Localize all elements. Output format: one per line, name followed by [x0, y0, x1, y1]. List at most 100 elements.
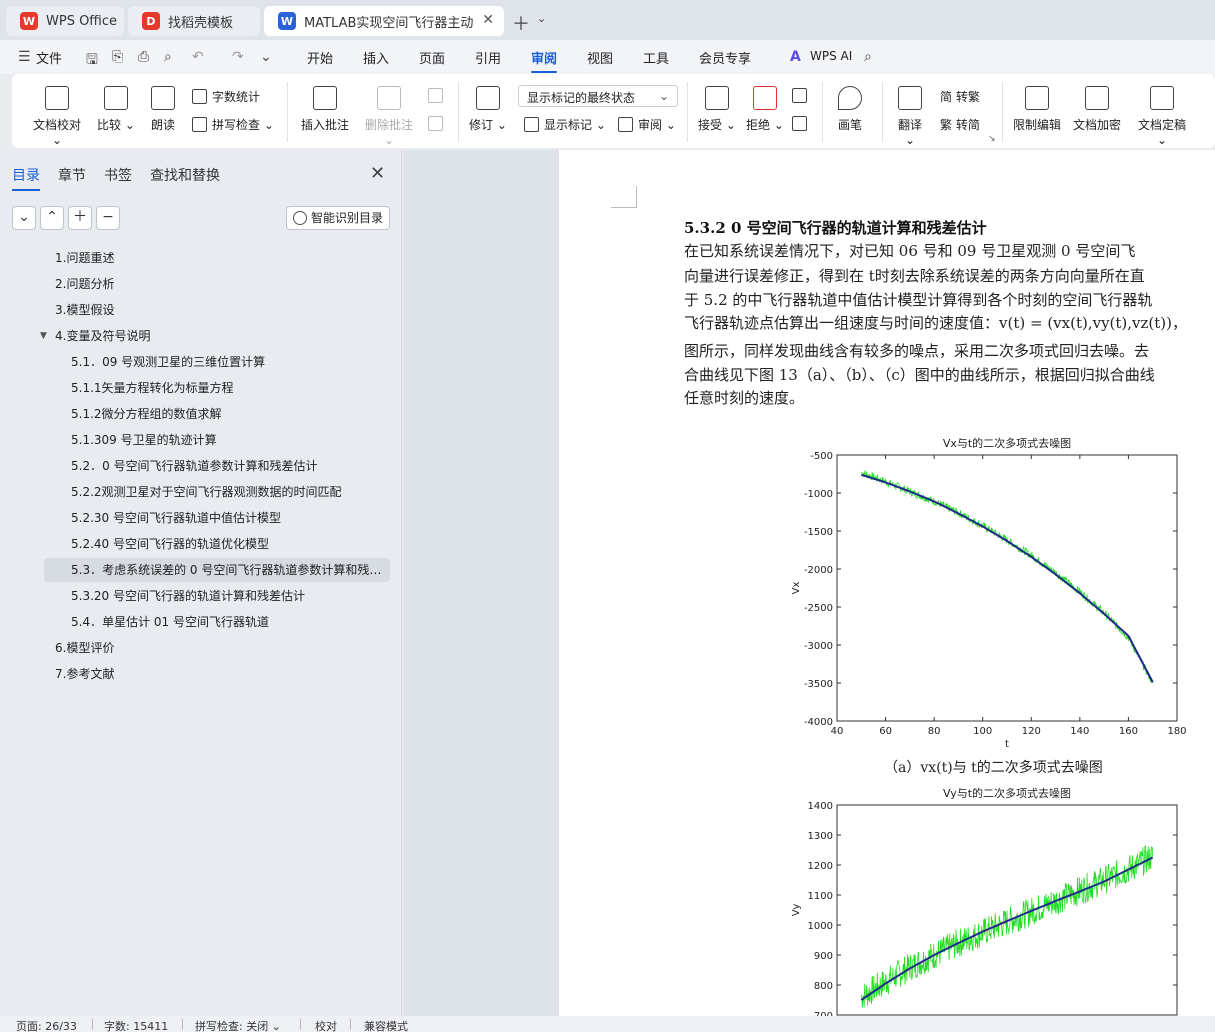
menu-tools[interactable]: 工具 [643, 48, 669, 67]
word-count-icon [192, 89, 207, 104]
toc-item[interactable]: 5.2.30 号空间飞行器轨道中值估计模型 [71, 506, 390, 530]
print-icon[interactable]: ⎙ [138, 49, 149, 65]
menu-home[interactable]: 开始 [307, 48, 333, 67]
spell-check-button[interactable]: 拼写检查 ⌄ [192, 116, 274, 133]
translate-button[interactable]: 翻译 ⌄ [892, 86, 928, 147]
x-tick-label: 140 [1070, 726, 1089, 737]
y-tick-label: 1200 [808, 861, 833, 872]
body-line: 合曲线见下图 13（a）、（b）、（c）图中的曲线所示，根据回归拟合曲线 [684, 366, 1155, 384]
y-tick-label: -4000 [804, 717, 833, 728]
new-tab-icon[interactable]: ＋ [512, 10, 530, 36]
insert-comment-icon [313, 86, 337, 110]
toc-item[interactable]: 5.3.20 号空间飞行器的轨道计算和残差估计 [71, 584, 390, 608]
toc-item[interactable]: 1.问题重述 [55, 246, 390, 270]
to-traditional-button[interactable]: 简 转繁 [940, 88, 980, 105]
share-icon[interactable]: ⎘ [112, 49, 123, 65]
compare-button[interactable]: 比较 ⌄ [96, 86, 136, 133]
remove-heading-button[interactable]: − [96, 206, 120, 230]
search-icon[interactable]: ⌕ [864, 49, 872, 65]
more-quick-access-icon[interactable]: ⌄ [260, 49, 272, 65]
previous-change-icon [792, 88, 807, 103]
toc-item[interactable]: 5.2．0 号空间飞行器轨道参数计算和残差估计 [71, 454, 390, 478]
menu-file[interactable]: 文件 [36, 48, 62, 67]
toc-item[interactable]: 7.参考文献 [55, 662, 390, 686]
pen-button[interactable]: 画笔 [834, 86, 866, 133]
toc-item[interactable]: 5.1.2微分方程组的数值求解 [71, 402, 390, 426]
save-icon[interactable]: 🖫 [86, 49, 98, 73]
expand-caret-icon[interactable]: ▼ [40, 331, 47, 341]
revise-button[interactable]: 修订 ⌄ [468, 86, 508, 133]
close-panel-icon[interactable]: ✕ [370, 163, 385, 184]
review-pane-button[interactable]: 审阅 ⌄ [618, 116, 676, 133]
tab-current-document[interactable]: W MATLAB实现空间飞行器主动 ✕ [264, 6, 504, 36]
page-indicator[interactable]: 页面: 26/33 [16, 1018, 77, 1032]
doc-check-button[interactable]: 文档校对 ⌄ [28, 86, 86, 147]
x-tick-label: 100 [973, 726, 992, 737]
y-tick-label: -3500 [804, 679, 833, 690]
toc-item[interactable]: 5.2.40 号空间飞行器的轨道优化模型 [71, 532, 390, 556]
insert-comment-button[interactable]: 插入批注 [298, 86, 352, 133]
toc-item[interactable]: 5.1．09 号观测卫星的三维位置计算 [71, 350, 390, 374]
restrict-edit-button[interactable]: 限制编辑 [1012, 86, 1062, 133]
to-simplified-button[interactable]: 繁 转简 [940, 116, 980, 133]
show-markup-button[interactable]: 显示标记 ⌄ [524, 116, 606, 133]
next-change-icon [792, 116, 807, 131]
ribbon-separator [1002, 82, 1003, 142]
menu-member[interactable]: 会员专享 [699, 48, 751, 67]
markup-state-select[interactable]: 显示标记的最终状态 ⌄ [518, 85, 678, 107]
compare-icon [104, 86, 128, 110]
proofread-status[interactable]: 校对 [315, 1018, 337, 1032]
smart-toc-button[interactable]: 智能识别目录 [286, 206, 390, 230]
chevron-down-icon[interactable]: ⌄ [537, 12, 546, 25]
nav-tab-bookmarks[interactable]: 书签 [104, 165, 132, 185]
menu-view[interactable]: 视图 [587, 48, 613, 67]
nav-tab-sections[interactable]: 章节 [58, 165, 86, 185]
toc-item[interactable]: 4.变量及符号说明 [55, 324, 390, 348]
undo-icon[interactable]: ↶ [192, 49, 204, 65]
pen-icon [838, 86, 862, 110]
finalize-document-button[interactable]: 文档定稿 ⌄ [1132, 86, 1192, 147]
wps-ai-icon[interactable]: A [790, 49, 801, 65]
toc-item[interactable]: 2.问题分析 [55, 272, 390, 296]
close-tab-icon[interactable]: ✕ [482, 12, 494, 28]
nav-tab-toc[interactable]: 目录 [12, 165, 40, 191]
collapse-down-button[interactable]: ⌄ [12, 206, 36, 230]
menu-review[interactable]: 审阅 [531, 48, 558, 73]
toc-item[interactable]: 5.3．考虑系统误差的 0 号空间飞行器轨道参数计算和残差估计 [44, 558, 390, 582]
hamburger-icon[interactable]: ☰ [18, 49, 31, 65]
redo-icon[interactable]: ↷ [232, 49, 244, 65]
delete-comment-button[interactable]: 删除批注 ⌄ [360, 86, 418, 147]
menu-page[interactable]: 页面 [419, 48, 445, 67]
toc-item[interactable]: 6.模型评价 [55, 636, 390, 660]
read-aloud-button[interactable]: 朗读 [148, 86, 178, 133]
menu-references[interactable]: 引用 [475, 48, 501, 67]
reject-button[interactable]: 拒绝 ⌄ [746, 86, 784, 133]
ribbon-expand-icon[interactable]: ↘ [988, 134, 996, 144]
x-axis-label: t [1005, 739, 1009, 750]
previous-comment-button[interactable] [428, 88, 448, 103]
smart-toc-icon [293, 211, 307, 225]
tab-wps-office[interactable]: W WPS Office [6, 6, 124, 36]
accept-button[interactable]: 接受 ⌄ [698, 86, 736, 133]
print-preview-icon[interactable]: ⌕ [164, 49, 172, 65]
toc-item[interactable]: 5.1.1矢量方程转化为标量方程 [71, 376, 390, 400]
add-heading-button[interactable]: ＋ [68, 206, 92, 230]
body-line: 于 5.2 的中飞行器轨道中值估计模型计算得到各个时刻的空间飞行器轨 [684, 291, 1153, 309]
menu-wps-ai[interactable]: WPS AI [810, 49, 852, 63]
collapse-up-button[interactable]: ⌃ [40, 206, 64, 230]
toc-item[interactable]: 5.1.309 号卫星的轨迹计算 [71, 428, 390, 452]
menu-insert[interactable]: 插入 [363, 48, 389, 67]
word-count-indicator[interactable]: 字数: 15411 [104, 1018, 168, 1032]
toc-item[interactable]: 5.2.2观测卫星对于空间飞行器观测数据的时间匹配 [71, 480, 390, 504]
tab-docer-templates[interactable]: D 找稻壳模板 [128, 6, 260, 36]
toc-item[interactable]: 5.4．单星估计 01 号空间飞行器轨道 [71, 610, 390, 634]
next-change-button[interactable] [792, 116, 812, 131]
spell-check-status[interactable]: 拼写检查: 关闭 ⌄ [195, 1018, 281, 1032]
toc-item[interactable]: 3.模型假设 [55, 298, 390, 322]
nav-tab-find-replace[interactable]: 查找和替换 [150, 165, 220, 185]
encrypt-document-button[interactable]: 文档加密 [1072, 86, 1122, 133]
section-heading: 5.3.2 0 号空间飞行器的轨道计算和残差估计 [684, 219, 987, 237]
word-count-button[interactable]: 字数统计 [192, 88, 260, 105]
next-comment-button[interactable] [428, 116, 448, 131]
previous-change-button[interactable] [792, 88, 812, 103]
